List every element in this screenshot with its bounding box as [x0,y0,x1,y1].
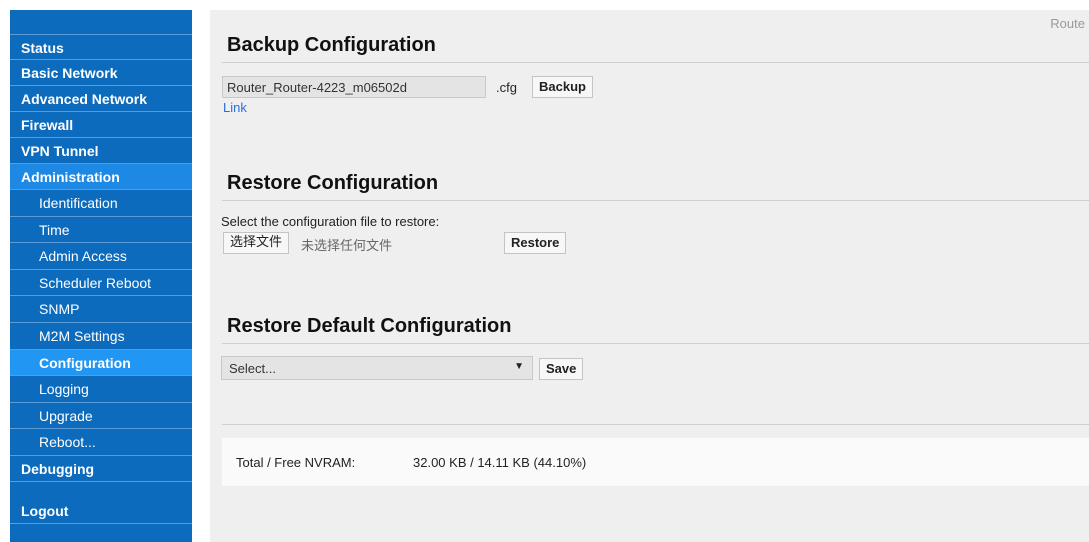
nav-sub-identification[interactable]: Identification [10,190,192,217]
nvram-panel: Total / Free NVRAM: 32.00 KB / 14.11 KB … [222,438,1089,486]
nvram-divider [222,424,1089,425]
chevron-down-icon: ▼ [514,361,524,372]
brand-text: Route [1050,16,1085,31]
restore-prompt: Select the configuration file to restore… [221,214,440,229]
restore-default-divider [222,343,1089,344]
nav-sub-snmp[interactable]: SNMP [10,296,192,323]
main-content: Route Backup Configuration .cfg Backup L… [210,10,1089,542]
nav-logout[interactable]: Logout [10,498,192,524]
nav-firewall[interactable]: Firewall [10,112,192,138]
backup-filename-input[interactable] [222,76,486,98]
nav-basic-network[interactable]: Basic Network [10,60,192,86]
nav-sub-admin-access[interactable]: Admin Access [10,243,192,270]
nav-sub-scheduler-reboot[interactable]: Scheduler Reboot [10,270,192,297]
nav-sub-logging[interactable]: Logging [10,376,192,403]
sidebar: Status Basic Network Advanced Network Fi… [10,10,192,542]
no-file-text: 未选择任何文件 [301,239,393,254]
save-button[interactable]: Save [539,358,584,380]
nav-sub-configuration[interactable]: Configuration [10,349,192,377]
select-value: Select... [229,361,276,376]
restore-default-title: Restore Default Configuration [227,315,512,337]
nvram-value: 32.00 KB / 14.11 KB (44.10%) [413,455,587,470]
nav-sub-time[interactable]: Time [10,217,192,244]
default-config-select[interactable]: Select... ▼ [221,356,533,380]
nav-sub-m2m-settings[interactable]: M2M Settings [10,323,192,350]
restore-title: Restore Configuration [227,172,439,194]
nav-sub-reboot[interactable]: Reboot... [10,429,192,456]
nav-vpn-tunnel[interactable]: VPN Tunnel [10,138,192,164]
nav-advanced-network[interactable]: Advanced Network [10,86,192,112]
nav-administration[interactable]: Administration [10,164,192,190]
restore-button[interactable]: Restore [504,232,567,254]
backup-title: Backup Configuration [227,34,436,56]
nvram-label: Total / Free NVRAM: [236,455,356,470]
backup-extension: .cfg [496,80,517,95]
nav-debugging[interactable]: Debugging [10,456,192,482]
backup-link[interactable]: Link [223,100,247,115]
nav-sub-upgrade[interactable]: Upgrade [10,403,192,430]
nav-status[interactable]: Status [10,34,192,60]
backup-divider [222,62,1089,63]
choose-file-button[interactable]: 选择文件 [223,232,290,254]
restore-divider [222,200,1089,201]
backup-button[interactable]: Backup [532,76,593,98]
